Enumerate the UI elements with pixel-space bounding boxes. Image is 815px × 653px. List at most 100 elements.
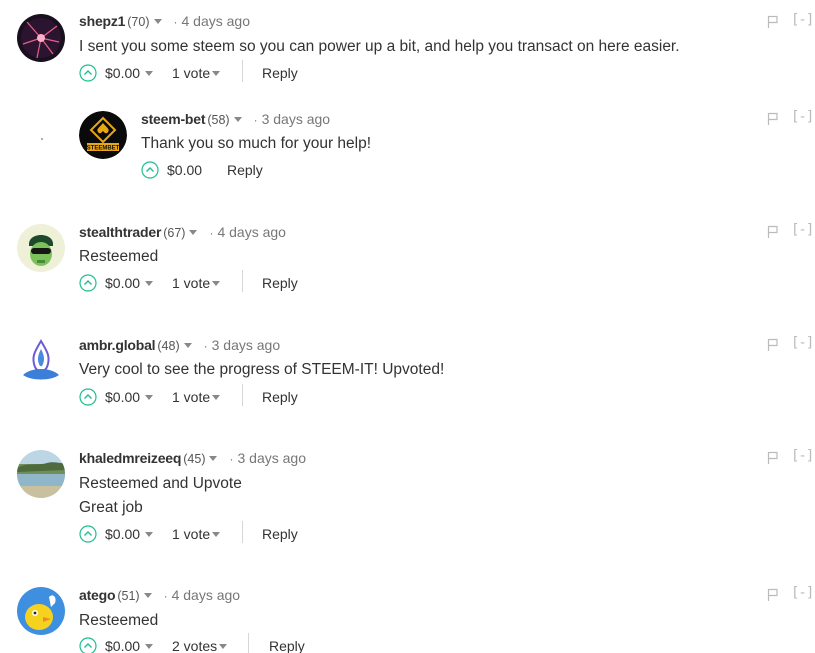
avatar[interactable] [17, 224, 65, 272]
payout[interactable]: $0.00 [105, 386, 154, 408]
reply-button[interactable]: Reply [262, 523, 298, 545]
collapse-button[interactable]: [-] [791, 448, 814, 464]
author-name[interactable]: ambr.global [79, 337, 156, 353]
upvote-icon[interactable] [79, 525, 97, 543]
reply-button[interactable]: Reply [269, 635, 305, 653]
collapse-button[interactable]: [-] [791, 109, 814, 125]
author-name[interactable]: shepz1 [79, 13, 125, 29]
collapse-button[interactable]: [-] [791, 12, 814, 28]
reputation: (70) [127, 15, 150, 29]
payout[interactable]: $0.00 [105, 62, 154, 84]
separator: · [209, 226, 214, 240]
divider [248, 633, 249, 653]
reputation: (48) [157, 339, 180, 353]
thread-dot [41, 138, 43, 140]
plasma-ball-avatar-icon [17, 14, 65, 62]
vote-count[interactable]: 1 vote [172, 386, 221, 408]
upvote-icon[interactable] [79, 64, 97, 82]
avatar[interactable]: STEEMBET [79, 111, 127, 159]
timestamp[interactable]: 4 days ago [172, 587, 241, 603]
caret-down-icon [145, 643, 154, 649]
payout[interactable]: $0.00 [105, 272, 154, 294]
reputation: (45) [183, 452, 206, 466]
separator: · [173, 15, 178, 29]
upvote-icon[interactable] [141, 161, 159, 179]
caret-down-icon [212, 70, 221, 76]
caret-down-icon [219, 643, 228, 649]
timestamp[interactable]: 4 days ago [182, 13, 251, 29]
timestamp[interactable]: 3 days ago [262, 111, 331, 127]
flag-icon[interactable] [767, 15, 779, 29]
payout-value: $0.00 [167, 162, 203, 178]
payout[interactable]: $0.00 [105, 523, 154, 545]
flag-icon[interactable] [767, 451, 779, 465]
lake-landscape-avatar-icon [17, 450, 65, 498]
author-name[interactable]: stealthtrader [79, 224, 161, 240]
flag-icon[interactable] [767, 338, 779, 352]
flag-icon[interactable] [767, 588, 779, 602]
separator: · [229, 452, 234, 466]
reply-button[interactable]: Reply [227, 159, 263, 181]
masked-face-avatar-icon [17, 224, 65, 272]
upvote-icon[interactable] [79, 274, 97, 292]
collapse-button[interactable]: [-] [791, 585, 814, 601]
author-name[interactable]: atego [79, 587, 116, 603]
reputation: (51) [117, 589, 140, 603]
caret-down-icon [145, 70, 154, 76]
vote-label: 1 vote [172, 275, 211, 291]
upvote-icon[interactable] [79, 388, 97, 406]
comment-body-line: Resteemed and Upvote [79, 475, 242, 492]
blue-flame-logo-avatar-icon [17, 337, 65, 385]
caret-down-icon [145, 280, 154, 286]
payout-value: $0.00 [105, 65, 141, 81]
caret-down-icon[interactable] [183, 342, 192, 348]
avatar[interactable] [17, 14, 65, 62]
caret-down-icon[interactable] [153, 18, 162, 24]
timestamp[interactable]: 4 days ago [217, 224, 286, 240]
comment-body: Thank you so much for your help! [141, 135, 372, 152]
caret-down-icon [145, 394, 154, 400]
reply-button[interactable]: Reply [262, 272, 298, 294]
avatar[interactable] [17, 587, 65, 635]
separator: · [163, 589, 168, 603]
payout[interactable]: $0.00 [105, 635, 154, 653]
caret-down-icon [212, 280, 221, 286]
upvote-icon[interactable] [79, 637, 97, 653]
payout[interactable]: $0.00 [167, 159, 202, 181]
author-name[interactable]: khaledmreizeeq [79, 450, 181, 466]
vote-count[interactable]: 1 vote [172, 62, 221, 84]
vote-count[interactable]: 1 vote [172, 523, 221, 545]
divider [242, 270, 243, 292]
caret-down-icon[interactable] [209, 455, 218, 461]
flag-icon[interactable] [767, 112, 779, 126]
caret-down-icon[interactable] [189, 229, 198, 235]
vote-count[interactable]: 1 vote [172, 272, 221, 294]
collapse-button[interactable]: [-] [791, 335, 814, 351]
vote-count[interactable]: 2 votes [172, 635, 228, 653]
flag-icon[interactable] [767, 225, 779, 239]
comment-body: Very cool to see the progress of STEEM-I… [79, 361, 445, 378]
reply-button[interactable]: Reply [262, 62, 298, 84]
collapse-button[interactable]: [-] [791, 222, 814, 238]
cartoon-bird-avatar-icon [17, 587, 65, 635]
payout-value: $0.00 [105, 526, 141, 542]
payout-value: $0.00 [105, 389, 141, 405]
divider [242, 384, 243, 406]
vote-label: 2 votes [172, 638, 218, 653]
separator: · [203, 339, 208, 353]
divider [242, 521, 243, 543]
avatar[interactable] [17, 450, 65, 498]
caret-down-icon[interactable] [143, 592, 152, 598]
caret-down-icon [212, 394, 221, 400]
reputation: (58) [207, 113, 230, 127]
author-name[interactable]: steem-bet [141, 111, 206, 127]
timestamp[interactable]: 3 days ago [212, 337, 281, 353]
avatar[interactable] [17, 337, 65, 385]
caret-down-icon [145, 531, 154, 537]
timestamp[interactable]: 3 days ago [237, 450, 306, 466]
caret-down-icon[interactable] [233, 116, 242, 122]
vote-label: 1 vote [172, 526, 211, 542]
reply-button[interactable]: Reply [262, 386, 298, 408]
vote-label: 1 vote [172, 65, 211, 81]
comment-body: I sent you some steem so you can power u… [79, 38, 680, 55]
